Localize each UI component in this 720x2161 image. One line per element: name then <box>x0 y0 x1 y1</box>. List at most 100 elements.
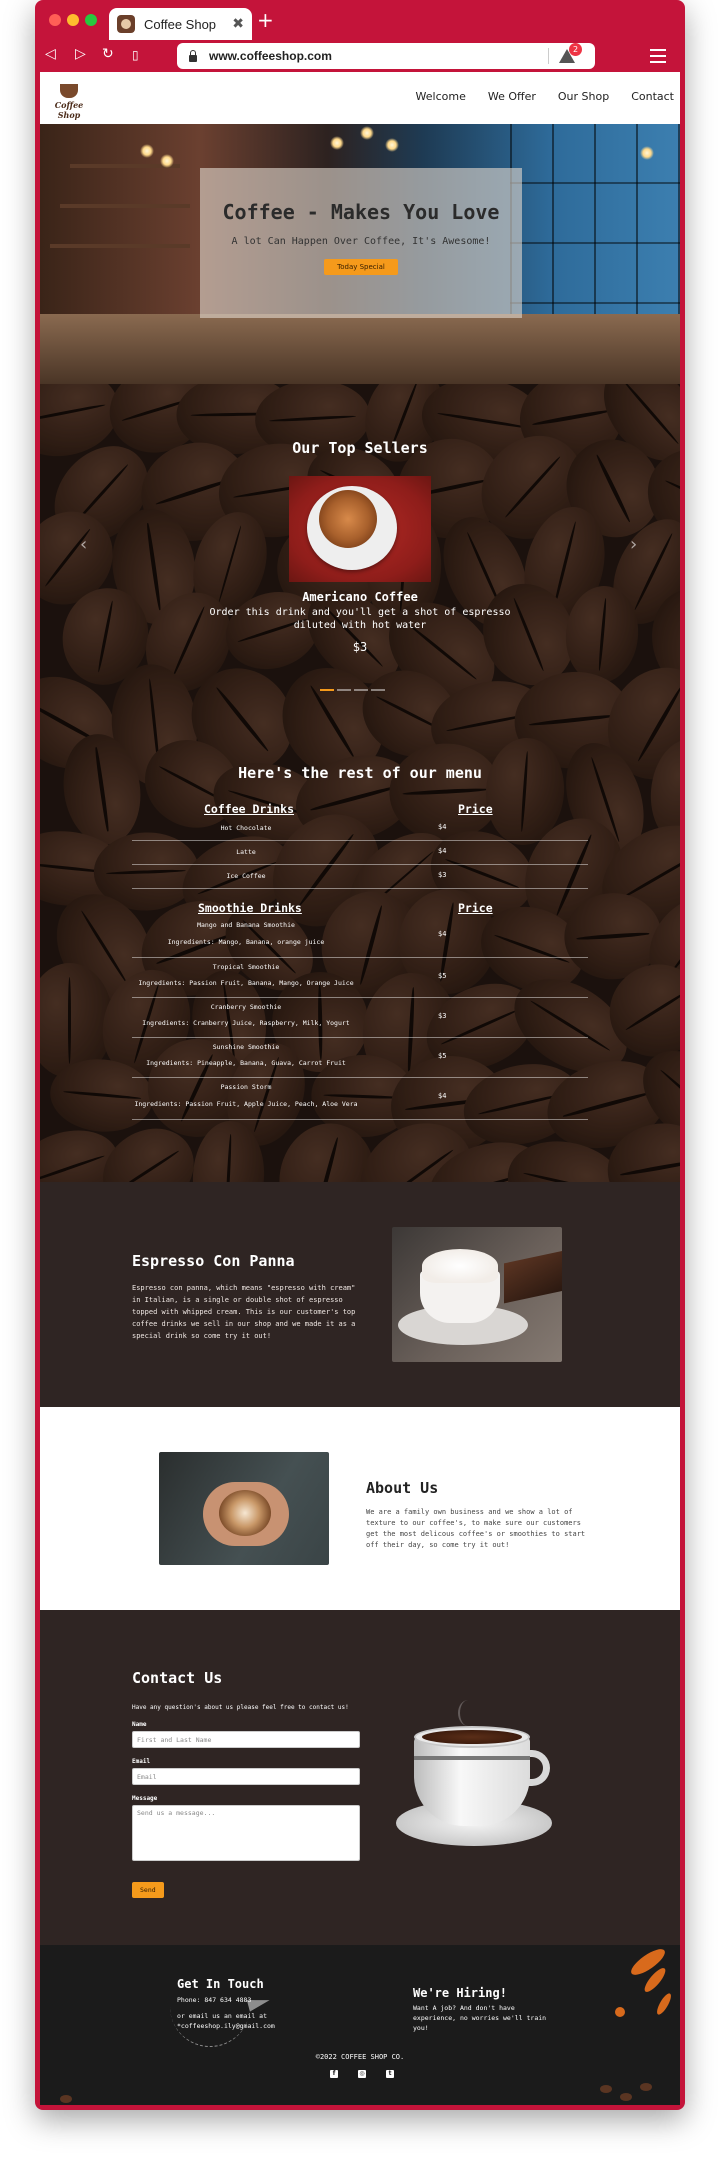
tab-bar: Coffee Shop ✖ + <box>35 0 685 40</box>
page-viewport[interactable]: Coffee Shop Welcome We Offer Our Shop Co… <box>40 72 680 2105</box>
table-row: Cranberry Smoothie Ingredients: Cranberr… <box>132 998 588 1038</box>
main-nav: Welcome We Offer Our Shop Contact <box>394 90 674 103</box>
product-name: Americano Coffee <box>302 590 418 604</box>
url-text[interactable]: www.coffeeshop.com <box>209 49 548 63</box>
coffee-cup-image <box>396 1700 566 1850</box>
latte-art-image <box>159 1452 329 1565</box>
instagram-icon[interactable]: ◎ <box>358 2070 366 2078</box>
close-tab-icon[interactable]: ✖ <box>232 16 244 32</box>
menu-item-name: Mango and Banana Smoothie <box>197 921 295 929</box>
shelf <box>60 204 190 208</box>
twitter-icon[interactable]: t <box>386 2070 394 2078</box>
hero-card: Coffee - Makes You Love A lot Can Happen… <box>200 168 522 318</box>
footer-email[interactable]: *coffeeshop.ily@gmail.com <box>177 2021 275 2031</box>
about-section: About Us We are a family own business an… <box>40 1407 680 1610</box>
menu-item-ingredients: Ingredients: Pineapple, Banana, Guava, C… <box>146 1059 346 1067</box>
americano-image <box>289 476 431 582</box>
coffee-cup <box>319 490 377 548</box>
table-row: Ice Coffee $3 <box>132 865 588 889</box>
nav-contact[interactable]: Contact <box>631 90 674 103</box>
name-label: Name <box>132 1721 147 1728</box>
coffee-bean <box>640 2083 652 2091</box>
message-textarea[interactable] <box>132 1805 360 1861</box>
menu-item-price: $4 <box>438 930 447 938</box>
social-links: f ◎ t <box>330 2070 394 2078</box>
carousel-prev-button[interactable]: ‹ <box>80 534 87 555</box>
nav-we-offer[interactable]: We Offer <box>488 90 536 103</box>
minimize-window-button[interactable] <box>67 14 79 26</box>
send-button[interactable]: Send <box>132 1882 164 1898</box>
browser-tab[interactable]: Coffee Shop ✖ <box>109 8 252 40</box>
site-header: Coffee Shop Welcome We Offer Our Shop Co… <box>40 72 680 124</box>
browser-window: Coffee Shop ✖ + ◁ ▷ ↻ ▯ www.coffeeshop.c… <box>35 0 685 2110</box>
menu-item-ingredients: Ingredients: Passion Fruit, Banana, Mang… <box>138 979 354 987</box>
brave-shield-icon[interactable]: 2 <box>559 43 582 63</box>
menu-item-ingredients: Ingredients: Passion Fruit, Apple Juice,… <box>134 1100 358 1108</box>
bookmark-icon[interactable]: ▯ <box>132 48 139 62</box>
reload-icon[interactable]: ↻ <box>102 46 114 62</box>
coffee-bean <box>600 2085 612 2093</box>
top-sellers-title: Our Top Sellers <box>292 439 428 457</box>
coffee-shop-logo[interactable]: Coffee Shop <box>46 81 92 120</box>
carousel-dot[interactable] <box>337 689 351 691</box>
new-tab-button[interactable]: + <box>257 10 274 30</box>
contact-section: Contact Us Have any question's about us … <box>40 1610 680 1945</box>
hero-banner: Coffee - Makes You Love A lot Can Happen… <box>40 124 680 384</box>
coffee-liquid <box>422 1730 522 1744</box>
forward-icon[interactable]: ▷ <box>75 46 86 62</box>
name-input[interactable] <box>132 1731 360 1748</box>
coffee-price-header: Price <box>458 802 493 816</box>
nav-our-shop[interactable]: Our Shop <box>558 90 609 103</box>
nav-welcome[interactable]: Welcome <box>416 90 466 103</box>
shelf <box>50 244 190 248</box>
counter <box>40 314 680 384</box>
coffee-splash <box>615 2007 625 2017</box>
menu-item-name: Latte <box>236 848 256 856</box>
menu-section: Our Top Sellers ‹ › Americano Coffee Ord… <box>40 384 680 1182</box>
coffee-bean <box>620 2093 632 2101</box>
table-row: Sunshine Smoothie Ingredients: Pineapple… <box>132 1038 588 1078</box>
menu-item-price: $5 <box>438 1052 447 1060</box>
menu-item-name: Sunshine Smoothie <box>212 1043 280 1051</box>
facebook-icon[interactable]: f <box>330 2070 338 2078</box>
cup-stripe <box>414 1756 530 1760</box>
carousel-dot[interactable] <box>371 689 385 691</box>
special-text: Espresso con panna, which means "espress… <box>132 1284 356 1340</box>
smoothie-price-header: Price <box>458 901 493 915</box>
menu-item-name: Passion Storm <box>220 1083 272 1091</box>
special-title: Espresso Con Panna <box>132 1252 295 1270</box>
hiring-text: Want A job? And don't have experience, n… <box>413 2004 547 2032</box>
close-window-button[interactable] <box>49 14 61 26</box>
tab-title: Coffee Shop <box>144 16 217 32</box>
smoothie-drinks-header: Smoothie Drinks <box>198 901 302 915</box>
steam <box>458 1700 478 1726</box>
maximize-window-button[interactable] <box>85 14 97 26</box>
site-footer: Get In Touch Phone: 847 634 4883 or emai… <box>40 1945 680 2105</box>
table-row: Tropical Smoothie Ingredients: Passion F… <box>132 958 588 998</box>
hiring-title: We're Hiring! <box>413 1986 507 2000</box>
carousel-dot[interactable] <box>320 689 334 691</box>
footer-phone: Phone: 847 634 4883 <box>177 1996 252 2004</box>
carousel-dot[interactable] <box>354 689 368 691</box>
back-icon[interactable]: ◁ <box>45 46 56 62</box>
pendant-light <box>385 138 399 152</box>
address-bar[interactable]: www.coffeeshop.com 2 <box>177 43 595 69</box>
table-row: Passion Storm Ingredients: Passion Fruit… <box>132 1078 588 1120</box>
table-row: Mango and Banana Smoothie Ingredients: M… <box>132 916 588 958</box>
today-special-button[interactable]: Today Special <box>324 259 398 275</box>
product-price: $3 <box>352 640 368 654</box>
get-in-touch-title: Get In Touch <box>177 1977 264 1991</box>
email-label: Email <box>132 1758 151 1765</box>
coffee-splash <box>654 1991 674 2017</box>
menu-item-price: $3 <box>438 871 447 879</box>
hamburger-menu-icon[interactable] <box>650 49 666 63</box>
special-section: Espresso Con Panna Espresso con panna, w… <box>40 1182 680 1407</box>
carousel-next-button[interactable]: › <box>630 534 637 555</box>
about-title: About Us <box>366 1479 439 1497</box>
table-row: Latte $4 <box>132 841 588 865</box>
pendant-light <box>140 144 154 158</box>
pendant-light <box>360 126 374 140</box>
coffee-drinks-header: Coffee Drinks <box>204 802 295 816</box>
menu-item-price: $4 <box>438 1092 447 1100</box>
email-input[interactable] <box>132 1768 360 1785</box>
